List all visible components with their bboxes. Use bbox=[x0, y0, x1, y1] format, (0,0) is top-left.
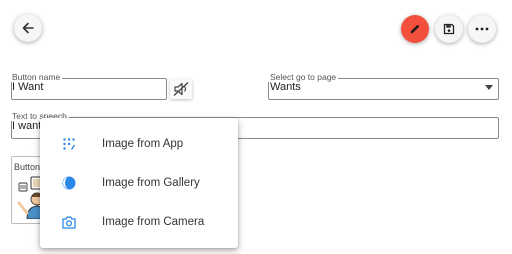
edit-button[interactable] bbox=[401, 15, 429, 43]
more-horizontal-icon bbox=[475, 27, 489, 31]
menu-item-image-from-gallery[interactable]: Image from Gallery bbox=[40, 164, 238, 202]
go-to-page-value: Wants bbox=[270, 81, 301, 93]
button-name-value[interactable]: I Want bbox=[12, 81, 43, 94]
pencil-icon bbox=[410, 24, 420, 34]
chevron-down-icon[interactable] bbox=[485, 85, 493, 90]
back-button[interactable] bbox=[14, 14, 42, 42]
more-options-button[interactable] bbox=[468, 15, 496, 43]
mute-sound-button[interactable] bbox=[170, 79, 192, 99]
gallery-icon bbox=[62, 176, 76, 190]
text-to-speech-value[interactable]: I want bbox=[12, 120, 41, 133]
save-button[interactable] bbox=[435, 15, 463, 43]
image-source-menu: Image from App Image from Gallery Image … bbox=[40, 118, 238, 248]
menu-item-label: Image from Gallery bbox=[102, 177, 200, 189]
apps-icon bbox=[62, 137, 76, 151]
menu-item-label: Image from App bbox=[102, 138, 184, 150]
arrow-left-icon bbox=[22, 22, 34, 34]
save-icon bbox=[443, 23, 455, 35]
menu-item-image-from-app[interactable]: Image from App bbox=[40, 125, 238, 163]
menu-item-image-from-camera[interactable]: Image from Camera bbox=[40, 203, 238, 241]
camera-icon bbox=[62, 215, 76, 229]
volume-off-icon bbox=[173, 82, 189, 96]
menu-item-label: Image from Camera bbox=[102, 216, 205, 228]
